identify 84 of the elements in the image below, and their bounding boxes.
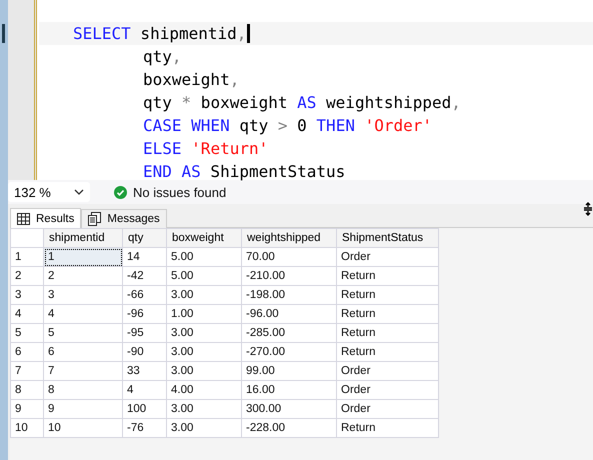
table-cell: 1.00 [166,304,242,324]
table-cell: 10 [44,418,122,438]
table-cell: -66 [122,286,166,304]
table-cell: -228.00 [242,418,336,438]
row-number: 10 [10,418,44,438]
table-cell: 3.00 [166,418,242,438]
table-cell: Return [336,342,438,362]
table-cell: 4 [122,380,166,400]
row-number: 3 [10,286,44,304]
table-cell: 4 [44,304,122,324]
text-cursor [247,24,250,43]
grid-icon [17,212,30,224]
table-cell: 8 [44,380,122,400]
splitter-cursor-icon [583,202,593,216]
zoom-dropdown[interactable]: 132 % [8,182,90,202]
table-cell: Return [336,304,438,324]
table-cell: 70.00 [242,248,336,266]
table-cell: 100 [122,400,166,418]
table-cell: 5 [44,324,122,342]
table-cell: 33 [122,362,166,380]
code-line: qty, [143,46,182,68]
code-line: CASE WHEN qty > 0 THEN 'Order' [143,115,432,137]
table-cell: 3.00 [166,400,242,418]
table-cell: Order [336,362,438,380]
table-cell: -76 [122,418,166,438]
column-header[interactable]: qty [122,228,166,248]
table-cell: -285.00 [242,324,336,342]
table-cell: -90 [122,342,166,362]
document-icon [88,212,102,226]
code-line: ELSE 'Return' [143,138,268,160]
table-cell: Return [336,286,438,304]
column-header[interactable]: boxweight [166,228,242,248]
column-header[interactable]: ShipmentStatus [336,228,438,248]
table-cell: 16.00 [242,380,336,400]
table-cell: Return [336,266,438,286]
row-number: 7 [10,362,44,380]
check-circle-icon [114,186,127,198]
table-cell: 14 [122,248,166,266]
column-header[interactable]: shipmentid [44,228,122,248]
table-cell: 300.00 [242,400,336,418]
table-cell: 6 [44,342,122,362]
row-number: 5 [10,324,44,342]
table-cell: -96 [122,304,166,324]
table-cell: 9 [44,400,122,418]
table-cell: 7 [44,362,122,380]
table-cell: Order [336,380,438,400]
column-header[interactable]: weightshipped [242,228,336,248]
code-line: boxweight, [143,69,240,91]
table-cell: -95 [122,324,166,342]
row-number: 6 [10,342,44,362]
table-cell: -42 [122,266,166,286]
row-number: 4 [10,304,44,324]
table-cell: Return [336,418,438,438]
table-cell: 3.00 [166,286,242,304]
table-cell: 5.00 [166,266,242,286]
table-cell: 3.00 [166,342,242,362]
table-cell: 99.00 [242,362,336,380]
current-line-marker [2,24,5,43]
table-cell: 2 [44,266,122,286]
code-line: END AS ShipmentStatus [143,161,346,183]
results-tab[interactable]: Messages [81,209,167,228]
table-cell: 5.00 [166,248,242,266]
code-line: qty * boxweight AS weightshipped, [143,92,461,114]
row-number: 1 [10,248,44,266]
table-cell: Return [336,324,438,342]
issues-status: No issues found [133,184,226,200]
table-cell: -198.00 [242,286,336,304]
table-cell: -210.00 [242,266,336,286]
corner-cell [10,228,44,248]
row-number: 9 [10,400,44,418]
row-number: 8 [10,380,44,400]
table-cell: 1 [44,248,122,266]
chevron-down-icon [74,189,84,195]
table-cell: Order [336,400,438,418]
table-cell: 4.00 [166,380,242,400]
table-cell: 3.00 [166,362,242,380]
code-line: SELECT shipmentid, [73,23,246,45]
table-cell: 3 [44,286,122,304]
results-tab[interactable]: Results [10,208,82,228]
row-number: 2 [10,266,44,286]
table-cell: Order [336,248,438,266]
table-cell: -96.00 [242,304,336,324]
table-cell: 3.00 [166,324,242,342]
table-cell: -270.00 [242,342,336,362]
